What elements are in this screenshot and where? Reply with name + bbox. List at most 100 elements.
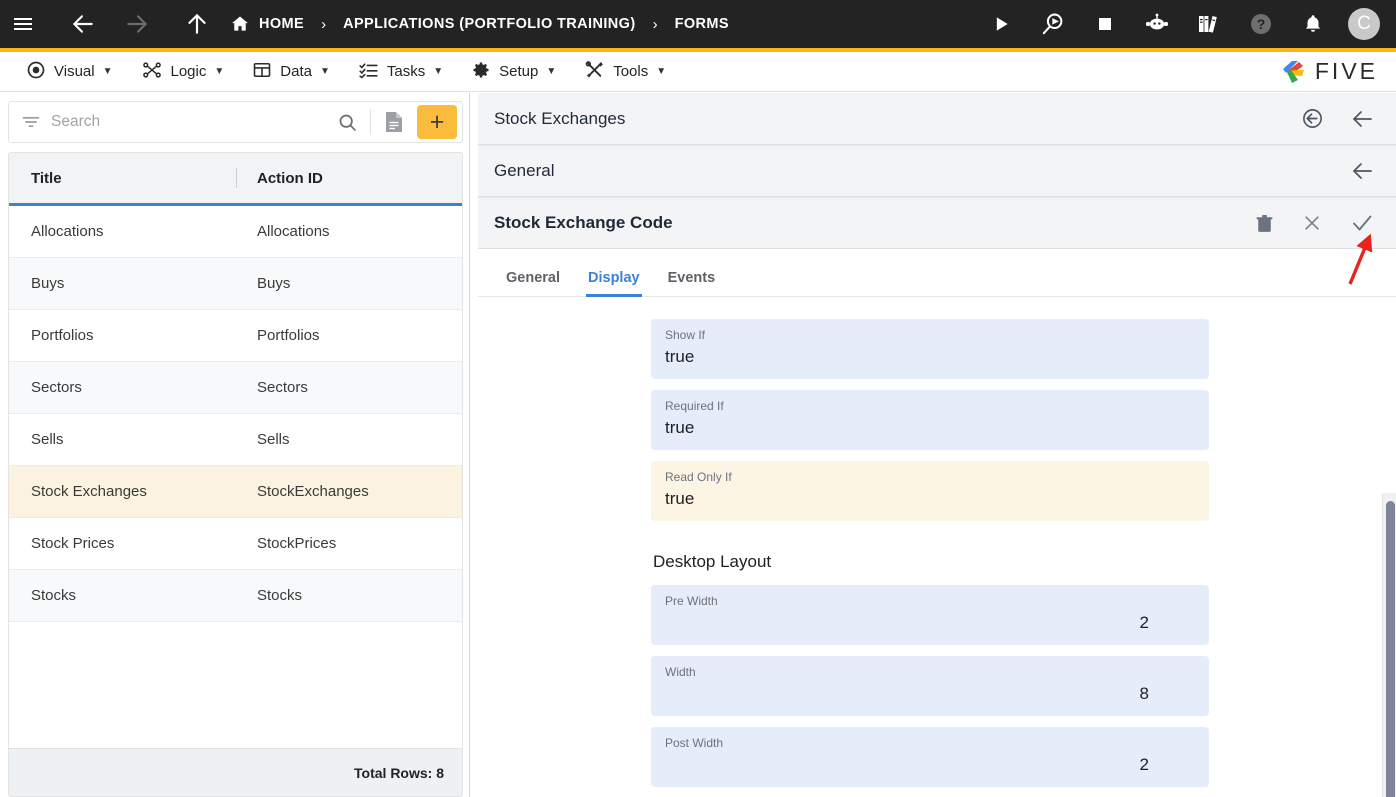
tools-icon — [584, 60, 605, 84]
library-books-icon[interactable] — [1186, 0, 1232, 48]
forms-grid: Title Action ID Allocations Allocations … — [8, 152, 463, 797]
menu-item-logic[interactable]: Logic ▼ — [127, 52, 239, 92]
top-bar-actions: ? C — [978, 0, 1396, 48]
cell-action-id: StockPrices — [257, 535, 337, 552]
detail-tabs: General Display Events — [478, 249, 1396, 297]
chevron-down-icon: ▼ — [214, 66, 225, 77]
chevron-down-icon: ▼ — [433, 66, 444, 77]
section-title-general: General — [494, 161, 555, 180]
cell-title: Portfolios — [31, 327, 94, 344]
field-post-width[interactable]: Post Width 2 — [651, 727, 1209, 787]
grid-body: Allocations Allocations Buys Buys Portfo… — [9, 206, 462, 748]
field-width[interactable]: Width 8 — [651, 656, 1209, 716]
debug-search-icon[interactable] — [1030, 0, 1076, 48]
menu-item-data[interactable]: Data ▼ — [238, 52, 344, 92]
save-check-icon[interactable] — [1350, 211, 1374, 235]
brand-logo: FIVE — [1278, 58, 1378, 86]
cell-action-id: Stocks — [257, 587, 303, 604]
menu-item-tools[interactable]: Tools ▼ — [570, 52, 680, 92]
tab-events[interactable]: Events — [654, 270, 730, 296]
cell-title: Sectors — [31, 379, 82, 396]
avatar[interactable]: C — [1348, 8, 1380, 40]
menu-item-setup[interactable]: Setup ▼ — [457, 52, 570, 92]
field-required-if[interactable]: Required If true — [651, 390, 1209, 450]
table-grid-icon — [252, 60, 272, 84]
grid-header-row: Title Action ID — [9, 153, 462, 206]
menu-item-tools-label: Tools — [613, 63, 649, 80]
chevron-down-icon: ▼ — [656, 66, 667, 77]
cell-action-id: Sells — [257, 431, 290, 448]
menu-item-tasks[interactable]: Tasks ▼ — [344, 52, 457, 92]
arrow-left-icon[interactable] — [60, 0, 106, 48]
back-arrow-icon[interactable] — [1350, 107, 1374, 131]
menu-item-visual[interactable]: Visual ▼ — [12, 52, 127, 92]
field-label: Read Only If — [665, 470, 732, 484]
cell-title: Stock Exchanges — [31, 483, 147, 500]
breadcrumb-application[interactable]: APPLICATIONS (PORTFOLIO TRAINING) — [343, 0, 635, 48]
chevron-down-icon: ▼ — [546, 66, 557, 77]
cell-title: Buys — [31, 275, 65, 292]
tab-general[interactable]: General — [492, 270, 574, 296]
total-rows-label: Total Rows: 8 — [9, 748, 462, 796]
field-show-if[interactable]: Show If true — [651, 319, 1209, 379]
field-read-only-if[interactable]: Read Only If true — [651, 461, 1209, 521]
bell-icon[interactable] — [1290, 0, 1336, 48]
checklist-icon — [358, 60, 379, 84]
field-label: Required If — [665, 399, 724, 413]
table-row[interactable]: Sells Sells — [9, 414, 462, 466]
arrow-up-icon[interactable] — [174, 0, 220, 48]
hamburger-icon[interactable] — [0, 0, 46, 48]
field-value: true — [665, 347, 695, 366]
vertical-scrollbar[interactable] — [1382, 493, 1396, 797]
stop-icon[interactable] — [1082, 0, 1128, 48]
panel-header-field: Stock Exchange Code — [478, 197, 1396, 249]
table-row[interactable]: Allocations Allocations — [9, 206, 462, 258]
back-arrow-icon[interactable] — [1350, 159, 1374, 183]
breadcrumb-home[interactable]: HOME — [230, 0, 304, 48]
tab-display[interactable]: Display — [574, 270, 654, 297]
table-row[interactable]: Stock Prices StockPrices — [9, 518, 462, 570]
breadcrumb-home-label: HOME — [259, 16, 305, 32]
add-form-button[interactable]: + — [417, 105, 457, 139]
document-icon[interactable] — [371, 110, 417, 134]
column-header-action-id[interactable]: Action ID — [237, 170, 323, 187]
revert-icon[interactable] — [1301, 107, 1324, 130]
chat-bot-icon[interactable] — [1134, 0, 1180, 48]
table-row-selected[interactable]: Stock Exchanges StockExchanges — [9, 466, 462, 518]
field-label: Post Width — [665, 736, 724, 750]
cell-action-id: Sectors — [257, 379, 308, 396]
help-icon[interactable]: ? — [1238, 0, 1284, 48]
cell-action-id: Buys — [257, 275, 291, 292]
breadcrumb-forms[interactable]: FORMS — [675, 0, 729, 48]
breadcrumb-separator-2: › — [652, 15, 658, 33]
cell-title: Allocations — [31, 223, 104, 240]
filter-icon[interactable] — [9, 112, 51, 132]
gear-icon — [471, 60, 491, 84]
field-pre-width[interactable]: Pre Width 2 — [651, 585, 1209, 645]
menu-item-setup-label: Setup — [499, 63, 539, 80]
play-icon[interactable] — [978, 0, 1024, 48]
search-icon[interactable] — [325, 112, 370, 133]
delete-icon[interactable] — [1255, 213, 1274, 234]
main-menu-bar: Visual ▼ Logic ▼ Data ▼ Tasks ▼ Setup ▼ … — [0, 52, 1396, 92]
search-input[interactable] — [51, 113, 325, 131]
scrollbar-thumb[interactable] — [1386, 501, 1395, 797]
table-row[interactable]: Buys Buys — [9, 258, 462, 310]
arrow-right-icon[interactable] — [114, 0, 160, 48]
cell-action-id: Portfolios — [257, 327, 320, 344]
cell-title: Stocks — [31, 587, 77, 604]
field-value: true — [665, 489, 695, 508]
table-row[interactable]: Sectors Sectors — [9, 362, 462, 414]
brand-name: FIVE — [1314, 58, 1378, 84]
cell-title: Stock Prices — [31, 535, 115, 552]
column-header-title[interactable]: Title — [9, 170, 236, 187]
panel-header-form: Stock Exchanges — [478, 93, 1396, 145]
page-title: Stock Exchanges — [494, 108, 626, 128]
table-row[interactable]: Portfolios Portfolios — [9, 310, 462, 362]
cell-action-id: StockExchanges — [257, 483, 369, 500]
field-label: Width — [665, 665, 696, 679]
form-detail-panel: Stock Exchanges General Stock Exchange C… — [478, 93, 1396, 797]
close-icon[interactable] — [1302, 213, 1322, 233]
svg-text:?: ? — [1257, 16, 1266, 32]
table-row[interactable]: Stocks Stocks — [9, 570, 462, 622]
